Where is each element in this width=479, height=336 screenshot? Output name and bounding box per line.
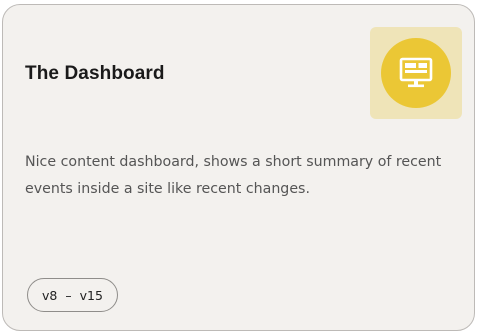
version-from: v8 bbox=[42, 287, 58, 303]
dashboard-monitor-icon bbox=[381, 38, 451, 108]
icon-tile bbox=[370, 27, 462, 119]
card-description: Nice content dashboard, shows a short su… bbox=[25, 154, 442, 197]
version-separator: – bbox=[65, 287, 72, 303]
card-title: The Dashboard bbox=[25, 63, 165, 84]
version-range-badge: v8 – v15 bbox=[27, 278, 118, 312]
package-card[interactable]: The Dashboard Nice content dashboard, sh… bbox=[2, 4, 475, 331]
version-to: v15 bbox=[79, 287, 103, 303]
